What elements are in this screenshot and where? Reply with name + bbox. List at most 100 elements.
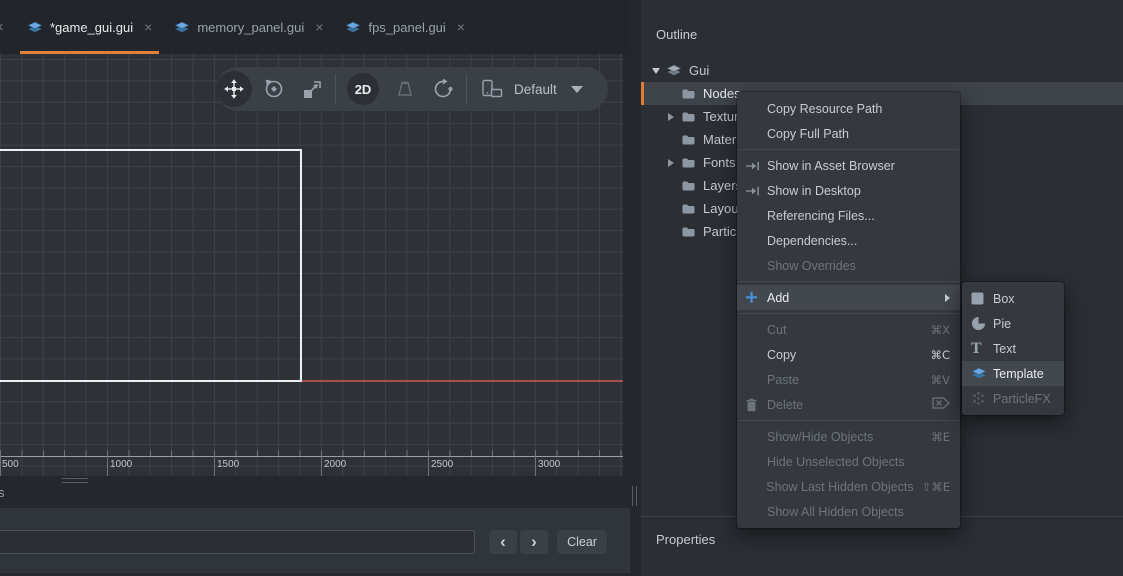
tree-row-gui[interactable]: Gui: [641, 59, 1123, 82]
close-icon[interactable]: ×: [457, 19, 465, 35]
close-icon[interactable]: ×: [144, 19, 152, 35]
tab-label: fps_panel.gui: [368, 20, 445, 35]
expander-collapsed-icon[interactable]: [666, 159, 676, 167]
box-icon: [971, 292, 993, 305]
tree-row-label: Fonts: [703, 155, 736, 170]
vertical-resize-handle[interactable]: [632, 486, 637, 506]
ruler-label: 1500: [217, 459, 239, 470]
close-icon[interactable]: ×: [315, 19, 323, 35]
ruler-line: [0, 456, 623, 457]
gui-scene-icon: [345, 21, 361, 34]
close-icon[interactable]: ×: [0, 19, 4, 36]
menu-item-paste: Paste ⌘V: [737, 367, 960, 392]
ruler-label: 2000: [324, 459, 346, 470]
folder-icon: [681, 111, 696, 123]
menu-item-label: Show All Hidden Objects: [767, 505, 950, 519]
expander-expanded-icon[interactable]: [651, 68, 661, 74]
viewport-scroll-track[interactable]: [623, 54, 630, 476]
folder-icon: [681, 134, 696, 146]
clear-console-button[interactable]: Clear: [557, 530, 607, 554]
menu-shortcut: ⌘X: [931, 323, 950, 337]
submenu-item-box[interactable]: Box: [962, 286, 1064, 311]
show-in-icon: [745, 160, 767, 172]
pie-icon: [971, 316, 993, 331]
menu-item-copy[interactable]: Copy ⌘C: [737, 342, 960, 367]
ruler-major-tick: [535, 450, 536, 476]
show-in-icon: [745, 185, 767, 197]
menu-item-label: Copy Resource Path: [767, 102, 950, 116]
tab-game-gui[interactable]: *game_gui.gui ×: [16, 0, 163, 54]
menu-shortcut: ⌘C: [930, 348, 950, 362]
bottom-panel-header: s: [0, 476, 630, 508]
move-icon: [223, 78, 245, 100]
submenu-item-template[interactable]: Template: [962, 361, 1064, 386]
expander-collapsed-icon[interactable]: [666, 113, 676, 121]
find-next-button[interactable]: ›: [520, 530, 548, 554]
clear-button-label: Clear: [567, 535, 597, 549]
gui-bounds-rect: [0, 149, 302, 382]
template-icon: [971, 367, 993, 380]
panel-divider[interactable]: [630, 0, 641, 576]
folder-icon: [681, 203, 696, 215]
tree-row-label: Gui: [689, 63, 709, 78]
folder-icon: [681, 180, 696, 192]
submenu-item-label: Text: [993, 342, 1054, 356]
ruler-major-tick: [321, 450, 322, 476]
tab-label: memory_panel.gui: [197, 20, 304, 35]
ruler-label: 3000: [538, 459, 560, 470]
horizontal-resize-handle[interactable]: [62, 478, 88, 483]
chevron-down-icon[interactable]: [571, 86, 583, 93]
ruler-major-tick: [107, 450, 108, 476]
menu-item-label: Show Overrides: [767, 259, 950, 273]
particlefx-icon: [971, 391, 993, 406]
submenu-item-particlefx: ParticleFX: [962, 386, 1064, 411]
menu-item-delete: Delete: [737, 392, 960, 417]
menu-item-referencing-files[interactable]: Referencing Files...: [737, 203, 960, 228]
chevron-left-icon: ‹: [500, 532, 506, 552]
2d-mode-button[interactable]: 2D: [347, 73, 379, 105]
layout-device-button[interactable]: [480, 79, 504, 99]
toolbar-separator: [466, 74, 467, 104]
rotate-tool-button[interactable]: [262, 77, 286, 101]
menu-separator: [738, 420, 959, 421]
menu-item-show-in-asset-browser[interactable]: Show in Asset Browser: [737, 153, 960, 178]
camera-rotate-icon: [431, 77, 455, 101]
menu-item-label: Hide Unselected Objects: [767, 455, 950, 469]
menu-item-label: Cut: [767, 323, 923, 337]
scale-tool-button[interactable]: [302, 78, 324, 100]
tree-row-label: Nodes: [703, 86, 741, 101]
gui-scene-icon: [666, 64, 682, 77]
scene-viewport[interactable]: 2D Default 500 1000: [0, 54, 623, 476]
tab-label: *game_gui.gui: [50, 20, 133, 35]
menu-item-label: Paste: [767, 373, 923, 387]
perspective-camera-button[interactable]: [394, 78, 416, 100]
ruler-major-tick: [0, 450, 1, 476]
device-orientation-icon: [480, 79, 504, 99]
gui-scene-icon: [174, 21, 190, 34]
menu-item-add[interactable]: Add: [737, 285, 960, 310]
menu-item-copy-full-path[interactable]: Copy Full Path: [737, 121, 960, 146]
menu-item-label: Delete: [767, 398, 924, 412]
menu-item-show-in-desktop[interactable]: Show in Desktop: [737, 178, 960, 203]
layout-select-value: Default: [514, 82, 557, 97]
panel-label-truncated: s: [0, 485, 5, 500]
move-tool-button[interactable]: [216, 71, 252, 107]
console-search-bar: ‹ › Clear: [0, 508, 630, 576]
menu-item-copy-resource-path[interactable]: Copy Resource Path: [737, 96, 960, 121]
search-input[interactable]: [0, 530, 475, 554]
submenu-item-pie[interactable]: Pie: [962, 311, 1064, 336]
menu-item-hide-unselected-objects: Hide Unselected Objects: [737, 449, 960, 474]
gui-scene-icon: [27, 21, 43, 34]
submenu-item-label: ParticleFX: [993, 392, 1054, 406]
toolbar-separator: [335, 74, 336, 104]
camera-rotate-button[interactable]: [431, 77, 455, 101]
menu-item-label: Show in Asset Browser: [767, 159, 950, 173]
tab-fps-panel[interactable]: fps_panel.gui ×: [334, 0, 476, 54]
tab-memory-panel[interactable]: memory_panel.gui ×: [163, 0, 334, 54]
submenu-item-text[interactable]: T Text: [962, 336, 1064, 361]
folder-icon: [681, 226, 696, 238]
menu-item-show-hide-objects: Show/Hide Objects ⌘E: [737, 424, 960, 449]
menu-item-dependencies[interactable]: Dependencies...: [737, 228, 960, 253]
ruler-major-tick: [428, 450, 429, 476]
find-previous-button[interactable]: ‹: [489, 530, 517, 554]
